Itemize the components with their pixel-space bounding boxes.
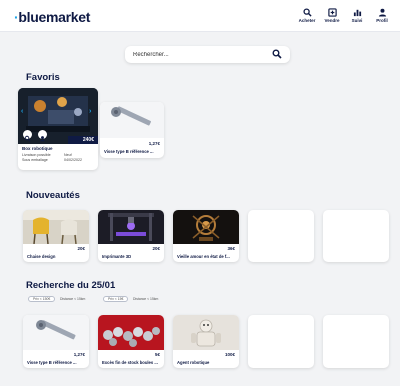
card-price: 240€ [82,137,94,143]
steel-balls-image [98,315,164,350]
filter-chip-distance[interactable]: Distance < 15km [60,296,85,302]
card-title: Visse type B référence ... [104,149,154,154]
card-price: 100€ [224,352,235,357]
nav-profile-label: Profil [376,18,388,23]
product-image [173,315,239,350]
filter-chip-price[interactable]: Prix < 150€ [28,296,56,302]
header-bar: ·bluemarket Acheter Vendre Suivi Profil [0,0,400,32]
card-title: Agent robotique [177,360,210,365]
filter-chip-price[interactable]: Prix < 15€ [103,296,129,302]
robot-agent-image [173,315,239,350]
section-title-favoris: Favoris [26,72,60,83]
product-image [23,315,89,350]
card-title: Chaise design [27,254,56,259]
card-title: Visse type B référence ... [27,360,77,365]
nav-profile[interactable]: Profil [372,8,392,23]
section-title-nouveautes: Nouveautés [26,190,80,201]
nav-tracking-label: Suivi [351,18,363,23]
search-bar [125,46,290,63]
product-image [100,102,164,138]
search-result-card[interactable]: 1,27€ Visse type B référence ... [23,315,89,368]
search-input[interactable] [133,48,263,61]
card-price: 36€ [227,246,235,251]
3d-printer-image [98,210,164,244]
product-image [98,315,164,350]
card-price: 20€ [77,246,85,251]
card-meta-right: Neuf 04/02/2022 [64,153,82,163]
card-title: Vieille amour en état de f... [177,254,230,259]
plus-box-icon [327,8,337,17]
new-item-card[interactable]: 20€ Chaise design [23,210,89,262]
search-result-card[interactable]: 100€ Agent robotique [173,315,239,368]
filter-chip-distance[interactable]: Distance < 15km [133,296,158,302]
empty-card-placeholder [323,315,389,368]
favorite-card-main[interactable]: ‹ › 240€ Box robotique Livraison possibl… [18,88,98,170]
carousel-next-icon[interactable]: › [89,108,95,115]
card-price: 1,27€ [73,352,85,357]
new-item-card[interactable]: 36€ Vieille amour en état de f... [173,210,239,262]
card-price: 20€ [152,246,160,251]
search-result-card[interactable]: 5€ Excès fin de stock boules ... [98,315,164,368]
new-item-card[interactable]: 20€ Imprimante 3D [98,210,164,262]
user-icon [378,8,386,17]
product-image [23,210,89,245]
nav-sell-label: Vendre [324,18,340,23]
product-image [98,210,164,244]
search-icon[interactable] [272,49,282,59]
card-title: Excès fin de stock boules ... [102,360,158,365]
chair-image [23,210,89,245]
favorite-card[interactable]: 1,27€ Visse type B référence ... [100,102,164,158]
bar-chart-icon [353,9,361,17]
nav-buy[interactable]: Acheter [297,8,317,23]
zoom-icon[interactable] [23,130,32,142]
carousel-prev-icon[interactable]: ‹ [21,108,27,115]
nav-sell[interactable]: Vendre [322,8,342,23]
meta-date: 04/02/2022 [64,158,82,162]
section-title-recherche: Recherche du 25/01 [26,280,116,291]
main-nav: Acheter Vendre Suivi Profil [297,8,392,23]
empty-card-placeholder [323,210,389,262]
nav-buy-label: Acheter [298,18,316,23]
screw-image [23,315,89,350]
old-lamp-image [173,210,239,244]
brand-logo[interactable]: ·bluemarket [14,9,90,25]
logo-text: bluemarket [18,9,91,25]
card-title: Imprimante 3D [102,254,132,259]
product-image [173,210,239,244]
nav-tracking[interactable]: Suivi [347,8,367,23]
empty-card-placeholder [248,315,314,368]
share-icon[interactable] [38,130,47,142]
meta-packaging: Sous emballage [22,158,48,162]
card-price: 1,27€ [148,141,160,146]
card-title: Box robotique [22,146,53,151]
search-icon [302,8,312,17]
screw-image [100,102,164,138]
card-price: 5€ [154,352,160,357]
card-meta-left: Livraison possible Sous emballage [22,153,51,163]
empty-card-placeholder [248,210,314,262]
